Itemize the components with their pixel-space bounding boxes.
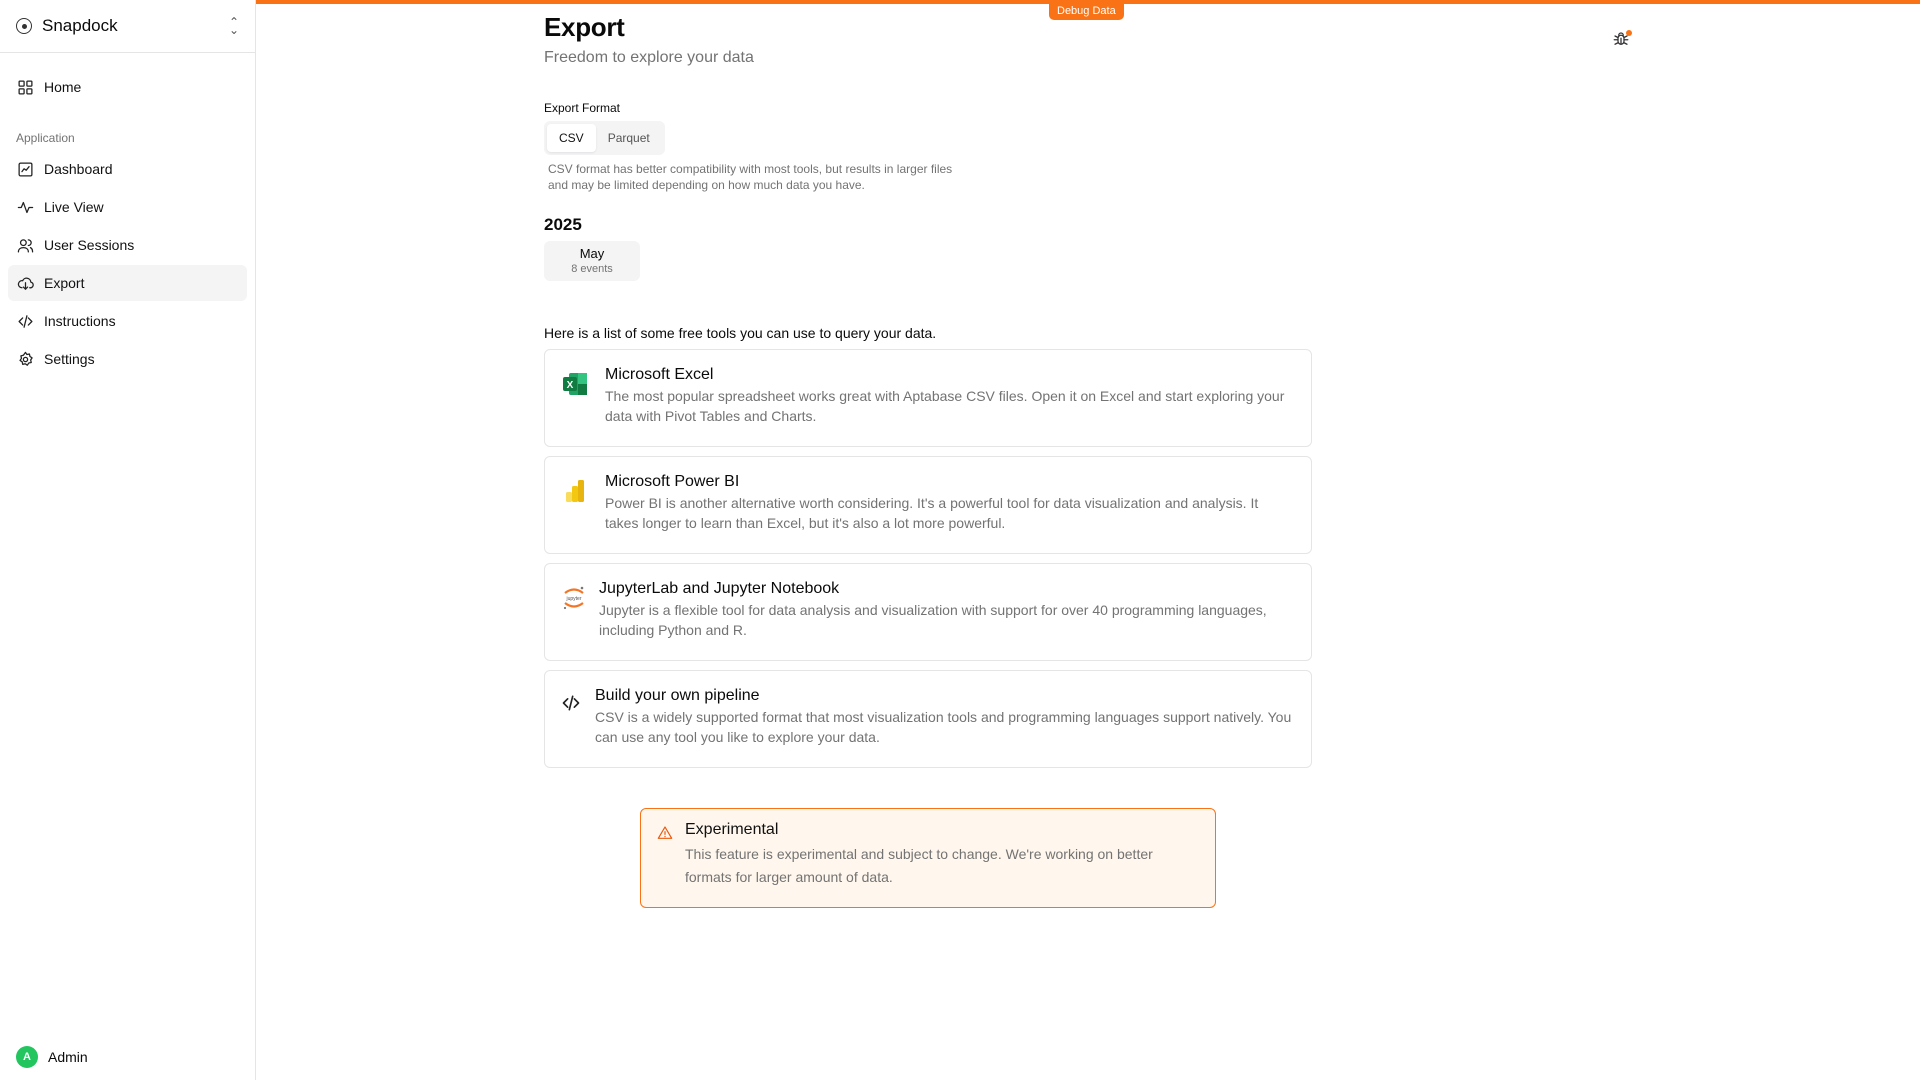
sidebar-item-label: Live View xyxy=(44,199,104,215)
workspace-switcher[interactable]: Snapdock ⌃ ⌄ xyxy=(0,0,255,53)
chart-icon xyxy=(16,160,34,178)
experimental-alert: Experimental This feature is experimenta… xyxy=(640,808,1216,908)
bug-icon xyxy=(1612,32,1630,52)
tool-description: The most popular spreadsheet works great… xyxy=(605,388,1285,424)
tools-intro: Here is a list of some free tools you ca… xyxy=(544,325,937,341)
sidebar-item-user-sessions[interactable]: User Sessions xyxy=(8,227,247,263)
tool-card-excel[interactable]: X Microsoft Excel The most popular sprea… xyxy=(544,349,1312,447)
tab-parquet[interactable]: Parquet xyxy=(596,124,662,152)
month-event-count: 8 events xyxy=(571,263,613,275)
tool-card-power-bi[interactable]: Microsoft Power BI Power BI is another a… xyxy=(544,456,1312,554)
chevron-up-down-icon: ⌃ ⌄ xyxy=(228,15,239,37)
tool-name: Build your own pipeline xyxy=(595,687,760,704)
power-bi-icon xyxy=(561,477,591,507)
user-name: Admin xyxy=(48,1049,88,1065)
gear-icon xyxy=(16,350,34,368)
tab-csv[interactable]: CSV xyxy=(547,124,596,152)
sidebar-item-instructions[interactable]: Instructions xyxy=(8,303,247,339)
sidebar-item-label: Export xyxy=(44,275,85,291)
month-export-button[interactable]: May 8 events xyxy=(544,241,640,281)
sidebar-item-label: Settings xyxy=(44,351,95,367)
sidebar-item-label: Dashboard xyxy=(44,161,113,177)
sidebar-item-export[interactable]: Export xyxy=(8,265,247,301)
export-format-label: Export Format xyxy=(544,101,621,115)
page-subtitle: Freedom to explore your data xyxy=(544,49,754,66)
month-name: May xyxy=(579,246,605,261)
alert-title: Experimental xyxy=(685,821,779,838)
users-icon xyxy=(16,236,34,254)
workspace-name: Snapdock xyxy=(42,16,118,35)
jupyter-icon: jupyter xyxy=(561,584,587,614)
sidebar-item-label: User Sessions xyxy=(44,237,135,253)
sidebar-item-label: Home xyxy=(44,79,82,95)
page-title: Export xyxy=(544,12,625,42)
export-format-tabs: CSV Parquet xyxy=(544,121,665,155)
alert-text: This feature is experimental and subject… xyxy=(685,846,1153,885)
main-content: Export Freedom to explore your data Expo… xyxy=(544,12,1312,768)
avatar: A xyxy=(16,1046,38,1068)
tool-name: JupyterLab and Jupyter Notebook xyxy=(599,580,840,597)
sidebar-item-home[interactable]: Home xyxy=(8,69,247,105)
sidebar-item-label: Instructions xyxy=(44,313,116,329)
export-year: 2025 xyxy=(544,215,582,234)
jupyter-icon-text: jupyter xyxy=(565,596,581,602)
excel-icon: X xyxy=(561,370,591,400)
sidebar: Snapdock ⌃ ⌄ Home Application Dashboard L… xyxy=(0,0,256,1080)
tool-name: Microsoft Excel xyxy=(605,366,714,383)
tool-description: Jupyter is a flexible tool for data anal… xyxy=(599,602,1267,638)
code-icon xyxy=(561,693,583,723)
sidebar-section-label: Application xyxy=(16,131,75,145)
tool-name: Microsoft Power BI xyxy=(605,473,740,490)
sidebar-item-dashboard[interactable]: Dashboard xyxy=(8,151,247,187)
tool-description: CSV is a widely supported format that mo… xyxy=(595,709,1292,745)
sidebar-item-settings[interactable]: Settings xyxy=(8,341,247,377)
sidebar-item-live-view[interactable]: Live View xyxy=(8,189,247,225)
tool-card-pipeline[interactable]: Build your own pipeline CSV is a widely … xyxy=(544,670,1312,768)
code-icon xyxy=(16,312,34,330)
grid-icon xyxy=(16,78,34,96)
warning-icon xyxy=(657,825,673,907)
tool-card-jupyter[interactable]: jupyter JupyterLab and Jupyter Notebook … xyxy=(544,563,1312,661)
cloud-download-icon xyxy=(16,274,34,292)
notification-dot xyxy=(1626,30,1632,36)
svg-text:X: X xyxy=(567,380,574,391)
debug-toggle-button[interactable] xyxy=(1612,30,1632,50)
activity-icon xyxy=(16,198,34,216)
export-format-help: CSV format has better compatibility with… xyxy=(548,162,953,192)
user-menu[interactable]: A Admin xyxy=(16,1046,88,1068)
workspace-logo-icon xyxy=(16,18,32,34)
tools-list: X Microsoft Excel The most popular sprea… xyxy=(544,349,1312,768)
tool-description: Power BI is another alternative worth co… xyxy=(605,495,1259,531)
